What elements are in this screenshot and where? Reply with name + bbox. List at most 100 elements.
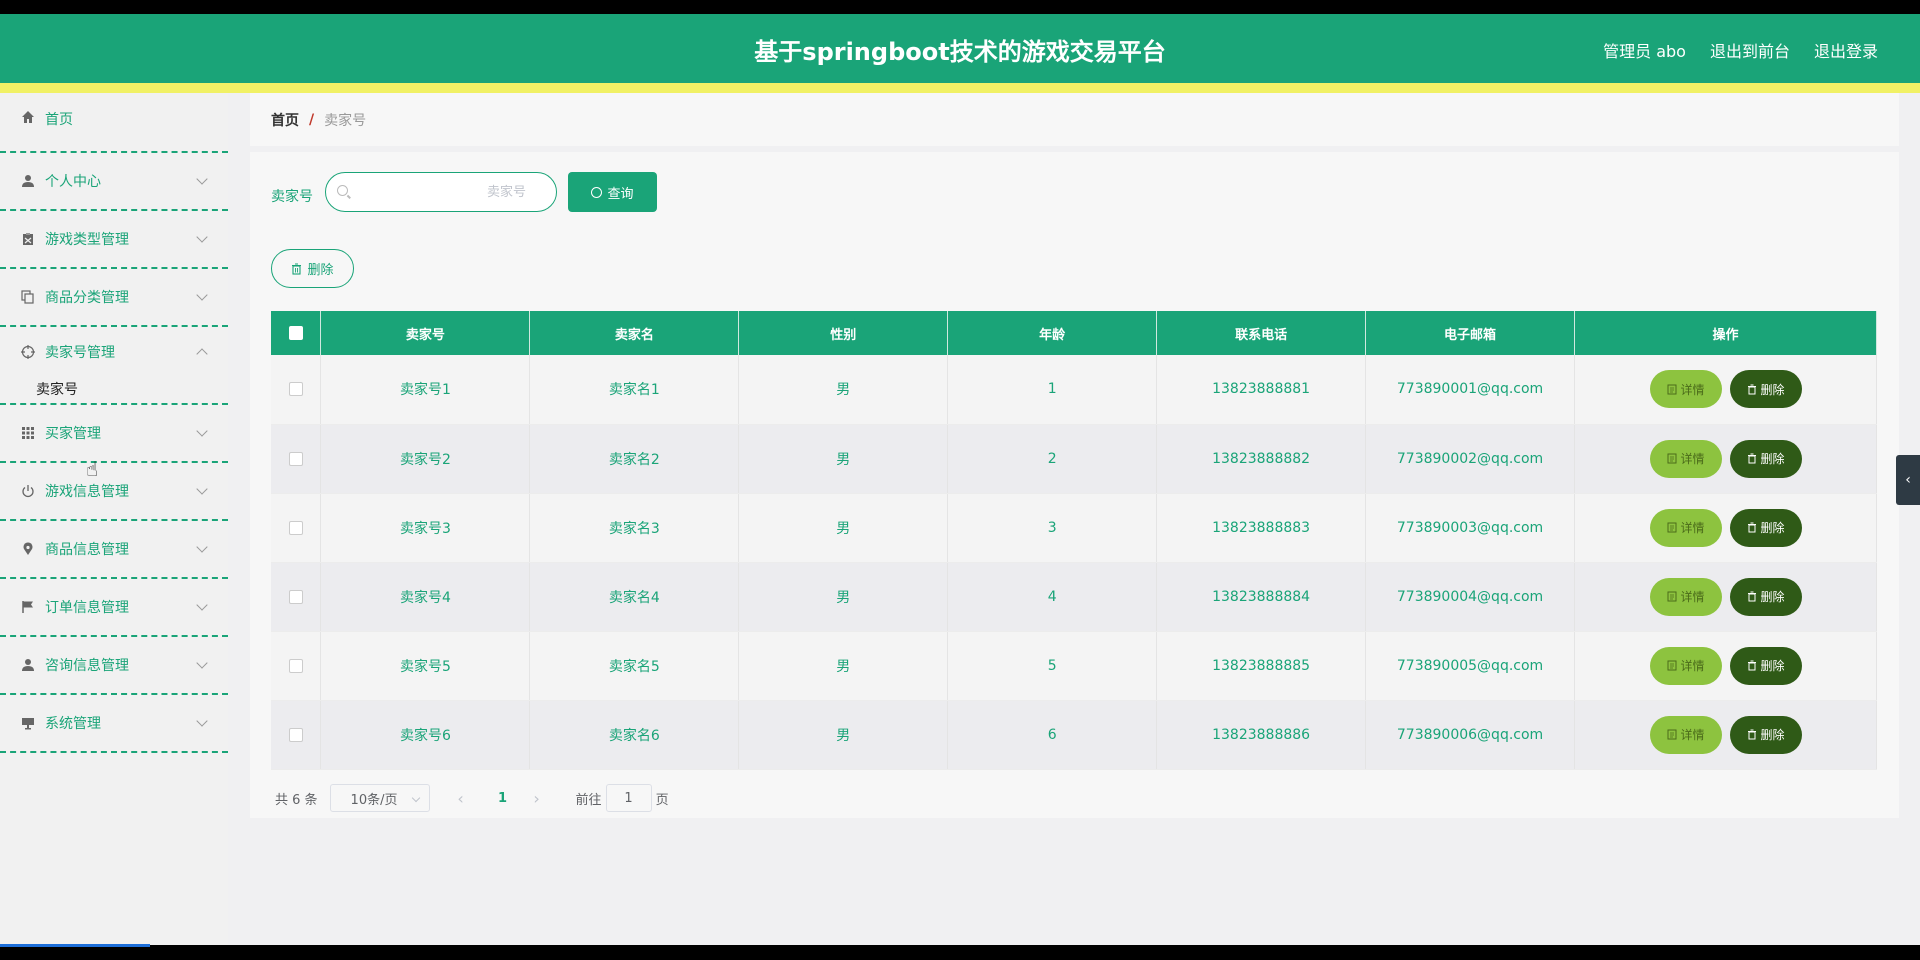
breadcrumb-home[interactable]: 首页 <box>271 110 299 130</box>
column-header[interactable]: 年龄 <box>947 311 1158 355</box>
delete-button[interactable]: 删除 <box>1729 646 1802 685</box>
sidebar-item-consult-info[interactable]: 咨询信息管理 <box>0 637 228 695</box>
next-page-icon[interactable]: › <box>522 789 552 808</box>
bulk-delete-button[interactable]: 删除 <box>271 249 354 288</box>
current-page-number[interactable]: 1 <box>488 791 518 806</box>
table-cell-age: 6 <box>947 700 1158 770</box>
table-cell-email: 773890006@qq.com <box>1365 700 1576 770</box>
row-select-cell <box>271 493 322 563</box>
top-header: 基于springboot技术的游戏交易平台 管理员 abo 退出到前台 退出登录 <box>0 14 1920 83</box>
sidebar-item-home[interactable]: 首页 <box>0 93 228 153</box>
table-cell-phone: 13823888883 <box>1156 493 1367 563</box>
search-field[interactable] <box>325 172 557 212</box>
row-checkbox[interactable] <box>288 658 303 673</box>
detail-button[interactable]: 详情 <box>1649 370 1722 409</box>
total-count: 共 6 条 <box>275 792 318 808</box>
table-cell-email: 773890004@qq.com <box>1365 562 1576 632</box>
chevron-down-icon <box>196 599 208 611</box>
row-checkbox[interactable] <box>288 451 303 466</box>
table-cell-gender: 男 <box>738 493 949 563</box>
table-cell-age: 5 <box>947 631 1158 701</box>
sidebar-item-game-info[interactable]: 游戏信息管理 <box>0 463 228 521</box>
sidebar-item-order-info[interactable]: 订单信息管理 <box>0 579 228 637</box>
table-cell-age: 1 <box>947 355 1158 425</box>
delete-button[interactable]: 删除 <box>1729 577 1802 616</box>
table-cell-phone: 13823888884 <box>1156 562 1367 632</box>
column-header[interactable]: 电子邮箱 <box>1365 311 1576 355</box>
chevron-down-icon <box>196 657 208 669</box>
sidebar-item-seller-account[interactable]: 卖家号管理 <box>0 327 228 377</box>
table-row: 卖家号1 卖家名1 男 1 13823888881 773890001@qq.com 详情 删… <box>271 355 1877 425</box>
logout-link[interactable]: 退出登录 <box>1814 38 1878 62</box>
table-cell-gender: 男 <box>738 355 949 425</box>
row-actions-cell: 详情 删除 <box>1574 493 1877 563</box>
sidebar-item-product-info[interactable]: 商品信息管理 <box>0 521 228 579</box>
trash-icon <box>1747 522 1756 533</box>
sidebar-item-system[interactable]: 系统管理 <box>0 695 228 753</box>
chevron-down-icon <box>196 483 208 495</box>
detail-button[interactable]: 详情 <box>1649 715 1722 754</box>
table-cell-gender: 男 <box>738 562 949 632</box>
table-body: 卖家号1 卖家名1 男 1 13823888881 773890001@qq.com 详情删… <box>271 355 1877 770</box>
row-checkbox[interactable] <box>288 520 303 535</box>
select-all-cell <box>271 311 322 355</box>
monitor-icon <box>20 715 36 731</box>
table-cell-age: 3 <box>947 493 1158 563</box>
sidebar-item-personal-center[interactable]: 个人中心 <box>0 153 228 211</box>
delete-button[interactable]: 删除 <box>1729 439 1802 478</box>
flag-icon <box>20 599 36 615</box>
page-size-select[interactable]: 10条/页 <box>329 784 430 812</box>
table-cell-seller-no: 卖家号4 <box>320 562 531 632</box>
sidebar: 首页 个人中心 游戏类型管理 商品分类管理 卖家号管理 卖家号 买家管理 游戏信… <box>0 93 228 945</box>
delete-button[interactable]: 删除 <box>1729 508 1802 547</box>
detail-button[interactable]: 详情 <box>1649 439 1722 478</box>
sidebar-item-label: 买家管理 <box>45 426 101 442</box>
trash-icon <box>1747 729 1756 740</box>
column-header[interactable]: 联系电话 <box>1156 311 1367 355</box>
header-accent-bar <box>0 83 1920 93</box>
breadcrumb: 首页 / 卖家号 <box>250 93 1899 146</box>
chevron-down-icon <box>196 289 208 301</box>
sidebar-subitem-seller-account[interactable]: 卖家号 <box>0 377 228 405</box>
chevron-left-icon: ‹ <box>1905 472 1911 488</box>
sidebar-item-label: 系统管理 <box>45 716 101 732</box>
row-checkbox[interactable] <box>288 382 303 397</box>
column-header[interactable]: 卖家名 <box>529 311 740 355</box>
sidebar-item-label: 首页 <box>45 112 73 128</box>
sidebar-item-label: 订单信息管理 <box>45 600 129 616</box>
chevron-down-icon <box>196 541 208 553</box>
table-cell-seller-no: 卖家号1 <box>320 355 531 425</box>
admin-user-label[interactable]: 管理员 abo <box>1603 38 1686 62</box>
delete-button[interactable]: 删除 <box>1729 370 1802 409</box>
sidebar-item-game-type[interactable]: 游戏类型管理 <box>0 211 228 269</box>
bulk-delete-label: 删除 <box>307 263 334 278</box>
search-input[interactable] <box>356 173 526 211</box>
row-checkbox[interactable] <box>288 589 303 604</box>
column-header[interactable]: 性别 <box>738 311 949 355</box>
sidebar-item-product-category[interactable]: 商品分类管理 <box>0 269 228 327</box>
sidebar-item-label: 商品信息管理 <box>45 542 129 558</box>
query-button[interactable]: 查询 <box>568 172 657 212</box>
header-links: 管理员 abo 退出到前台 退出登录 <box>1603 38 1878 62</box>
document-icon <box>1667 729 1676 740</box>
table-cell-phone: 13823888882 <box>1156 424 1367 494</box>
clipboard-icon <box>20 231 36 247</box>
exit-to-front-link[interactable]: 退出到前台 <box>1710 38 1790 62</box>
delete-button[interactable]: 删除 <box>1729 715 1802 754</box>
detail-button[interactable]: 详情 <box>1649 508 1722 547</box>
select-all-checkbox[interactable] <box>288 326 303 340</box>
table-cell-seller-no: 卖家号3 <box>320 493 531 563</box>
detail-button[interactable]: 详情 <box>1649 577 1722 616</box>
collapse-panel-tab[interactable]: ‹ <box>1896 455 1920 505</box>
row-checkbox[interactable] <box>288 727 303 742</box>
delete-button-label: 删除 <box>1760 521 1785 535</box>
sidebar-item-buyer[interactable]: 买家管理 <box>0 405 228 463</box>
prev-page-icon[interactable]: ‹ <box>446 789 476 808</box>
row-actions-cell: 详情 删除 <box>1574 700 1877 770</box>
detail-button[interactable]: 详情 <box>1649 646 1722 685</box>
column-header[interactable]: 卖家号 <box>320 311 531 355</box>
goto-page-input[interactable]: 1 <box>605 784 652 812</box>
sidebar-item-label: 商品分类管理 <box>45 290 129 306</box>
sidebar-item-label: 咨询信息管理 <box>45 658 129 674</box>
hand-cursor-icon: ☝ <box>86 457 99 481</box>
